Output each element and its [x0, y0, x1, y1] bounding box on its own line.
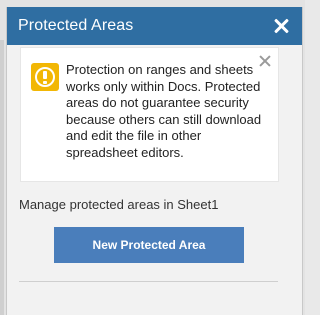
new-protected-area-button[interactable]: New Protected Area: [54, 227, 244, 263]
panel-header: Protected Areas: [7, 7, 302, 45]
close-panel-icon[interactable]: [270, 15, 292, 37]
sheet-edge: [0, 40, 4, 315]
panel-title: Protected Areas: [18, 17, 134, 34]
security-notice: Protection on ranges and sheets works on…: [20, 47, 279, 182]
manage-protected-areas-label: Manage protected areas in Sheet1: [19, 197, 219, 212]
divider: [19, 281, 278, 282]
notice-text: Protection on ranges and sheets works on…: [66, 62, 262, 160]
warning-icon: [31, 63, 59, 91]
